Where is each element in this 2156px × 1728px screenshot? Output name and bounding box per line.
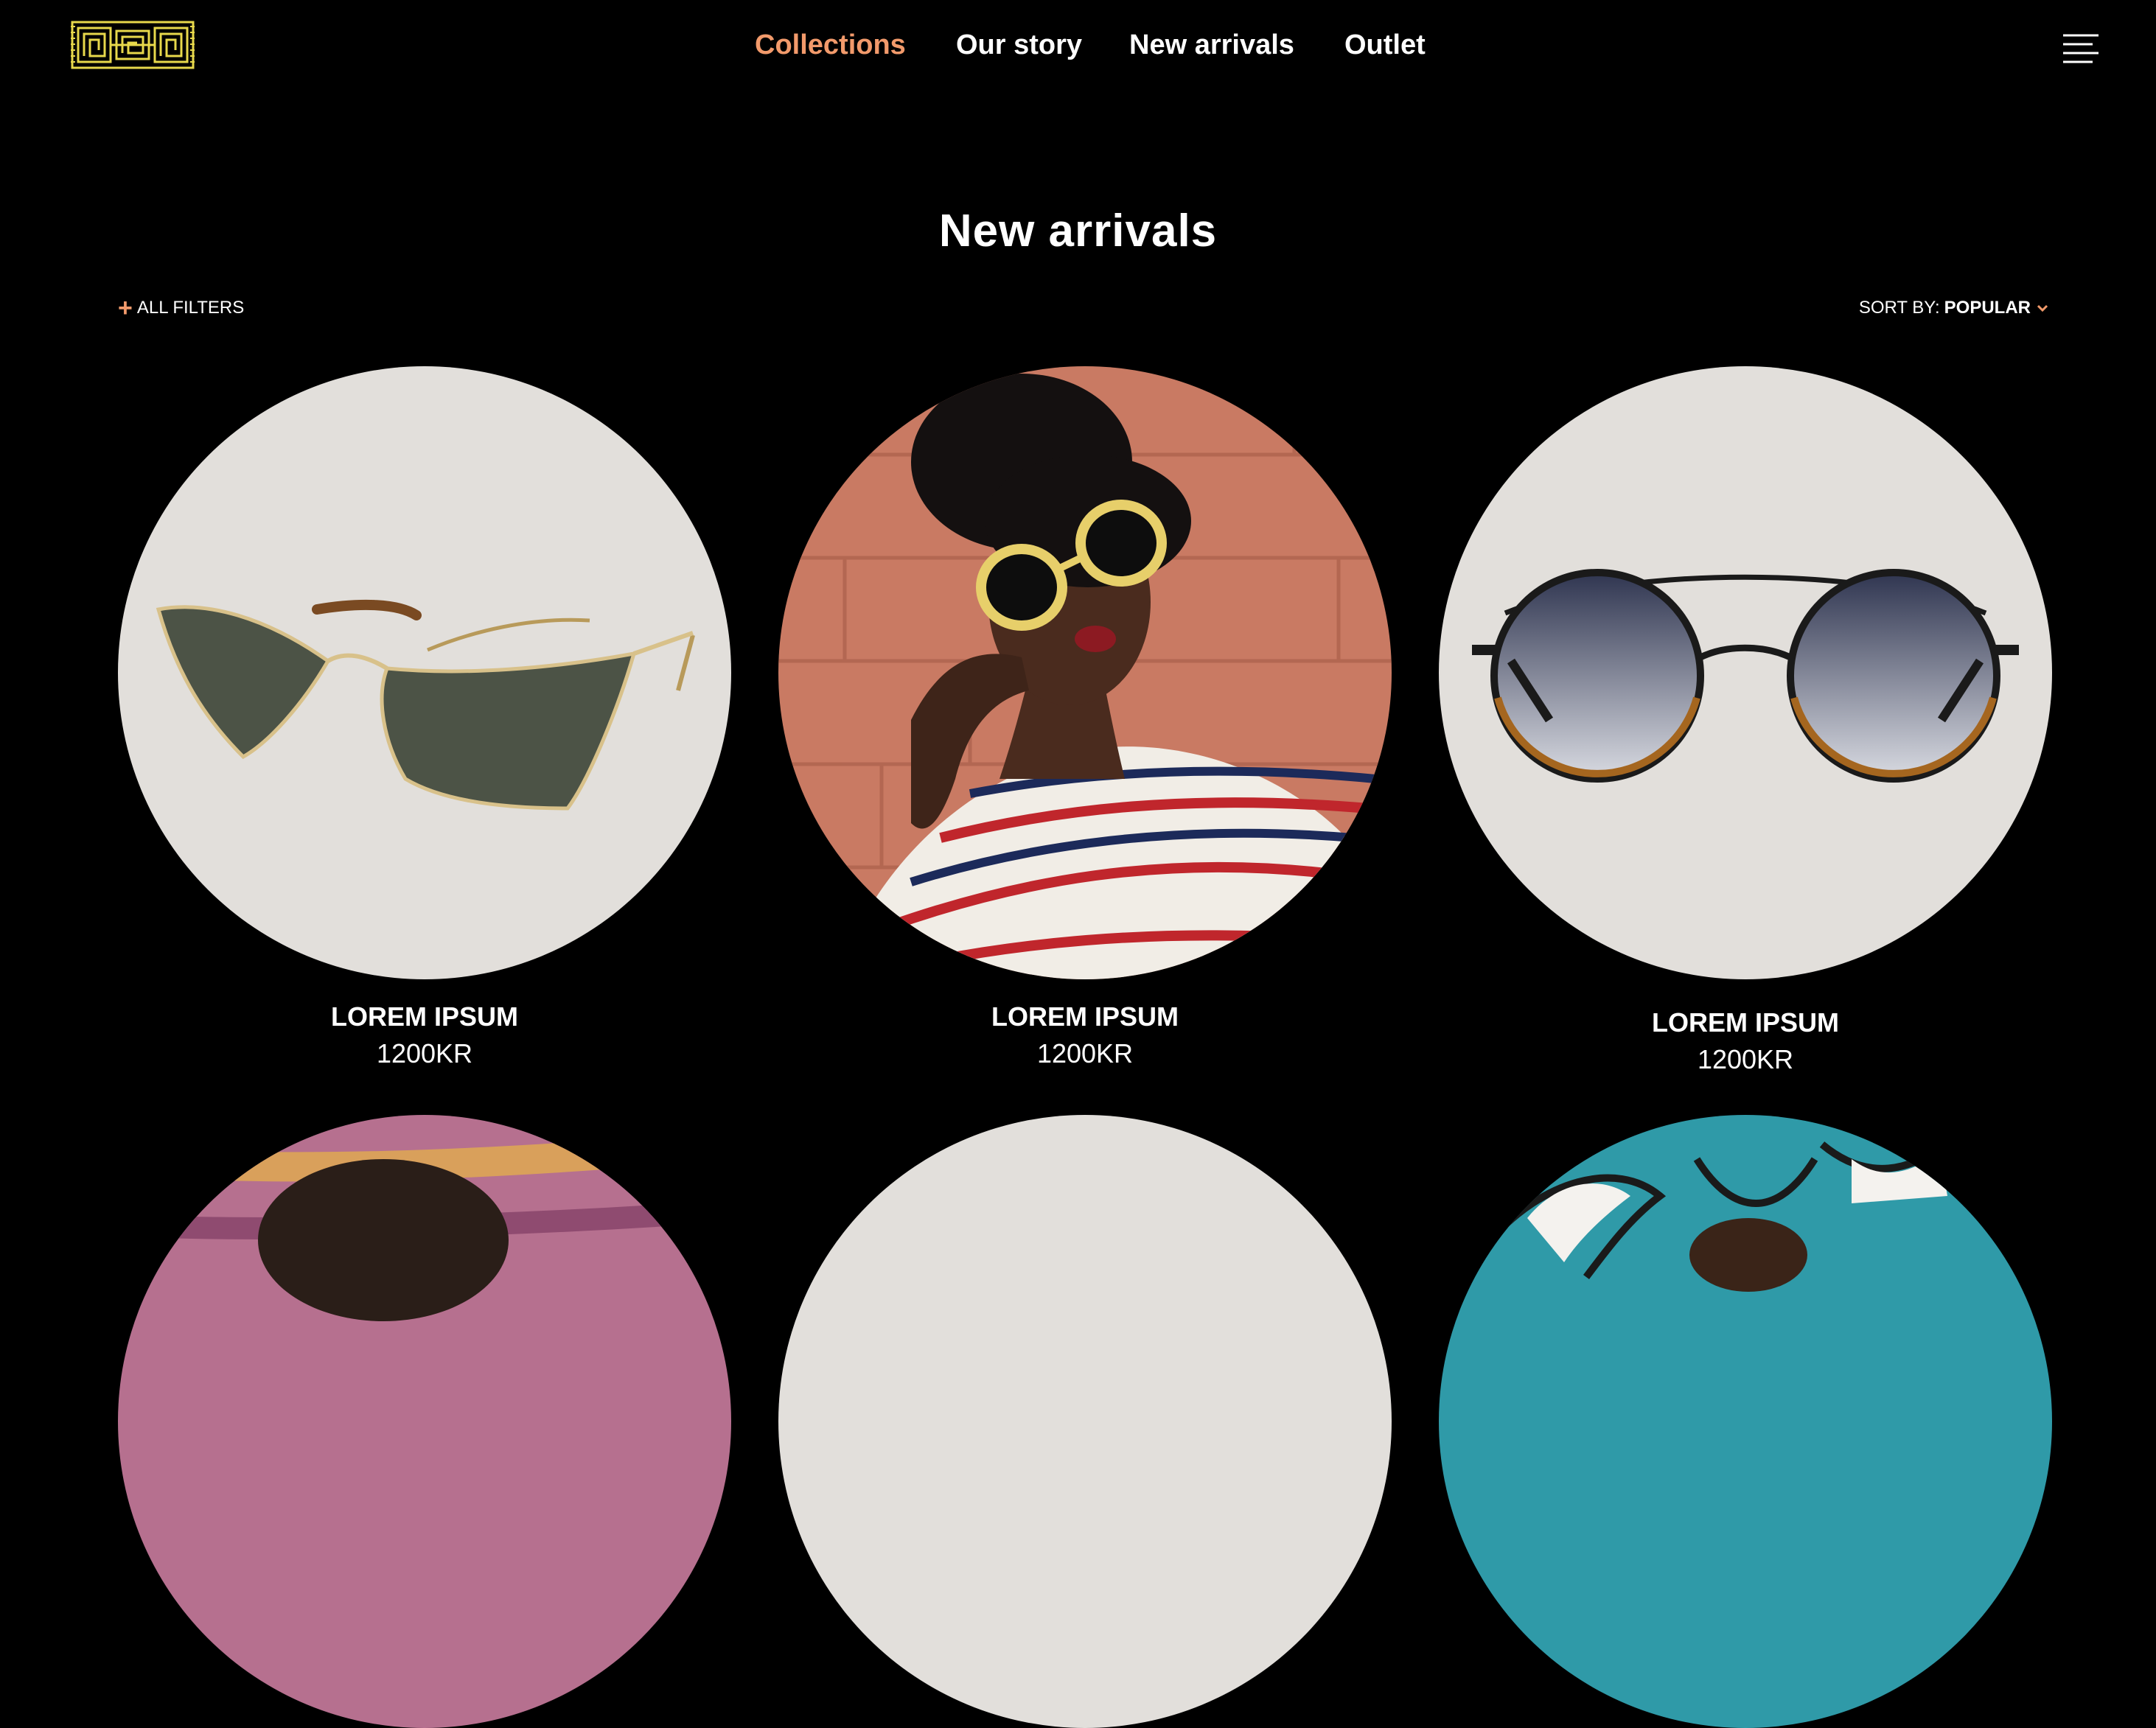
nav-outlet[interactable]: Outlet [1344, 29, 1426, 61]
page-title: New arrivals [938, 206, 1218, 256]
chevron-down-icon [2037, 304, 2048, 312]
all-filters-button[interactable]: + ALL FILTERS [118, 294, 245, 322]
hamburger-menu-icon[interactable] [2062, 32, 2100, 65]
nav-our-story[interactable]: Our story [956, 29, 1082, 61]
product-card[interactable] [118, 1115, 731, 1728]
product-card[interactable]: LOREM IPSUM 1200KR [1439, 366, 2052, 1075]
product-name[interactable]: LOREM IPSUM [118, 1001, 731, 1032]
product-name[interactable]: LOREM IPSUM [778, 1001, 1392, 1032]
nav-collections[interactable]: Collections [755, 29, 906, 61]
nav-new-arrivals[interactable]: New arrivals [1129, 29, 1294, 61]
product-price: 1200KR [1697, 1044, 1794, 1074]
product-name[interactable]: LOREM IPSUM [1439, 1007, 2052, 1038]
product-image-cat-eye-sunglasses[interactable] [118, 366, 731, 979]
product-price: 1200KR [376, 1038, 473, 1068]
product-card[interactable]: LOREM IPSUM 1200KR [118, 366, 731, 1069]
brand-logo[interactable] [71, 21, 195, 69]
product-image-round-sunglasses[interactable] [1439, 366, 2052, 979]
product-price: 1200KR [1036, 1038, 1134, 1068]
sort-label: SORT BY: [1858, 298, 1940, 318]
product-image-model-photo[interactable] [778, 366, 1392, 979]
product-image-eyewear[interactable] [778, 1115, 1392, 1728]
greek-key-logo-icon [71, 21, 195, 69]
product-card[interactable]: LOREM IPSUM 1200KR [778, 366, 1392, 1069]
product-image-model-photo[interactable] [118, 1115, 731, 1728]
sort-dropdown[interactable]: SORT BY: POPULAR [1859, 298, 2048, 318]
sort-value: POPULAR [1944, 298, 2031, 318]
plus-icon: + [118, 294, 133, 322]
filters-label: ALL FILTERS [136, 298, 245, 318]
product-image-model-photo[interactable] [1439, 1115, 2052, 1728]
product-card[interactable] [778, 1115, 1392, 1728]
product-card[interactable] [1439, 1115, 2052, 1728]
